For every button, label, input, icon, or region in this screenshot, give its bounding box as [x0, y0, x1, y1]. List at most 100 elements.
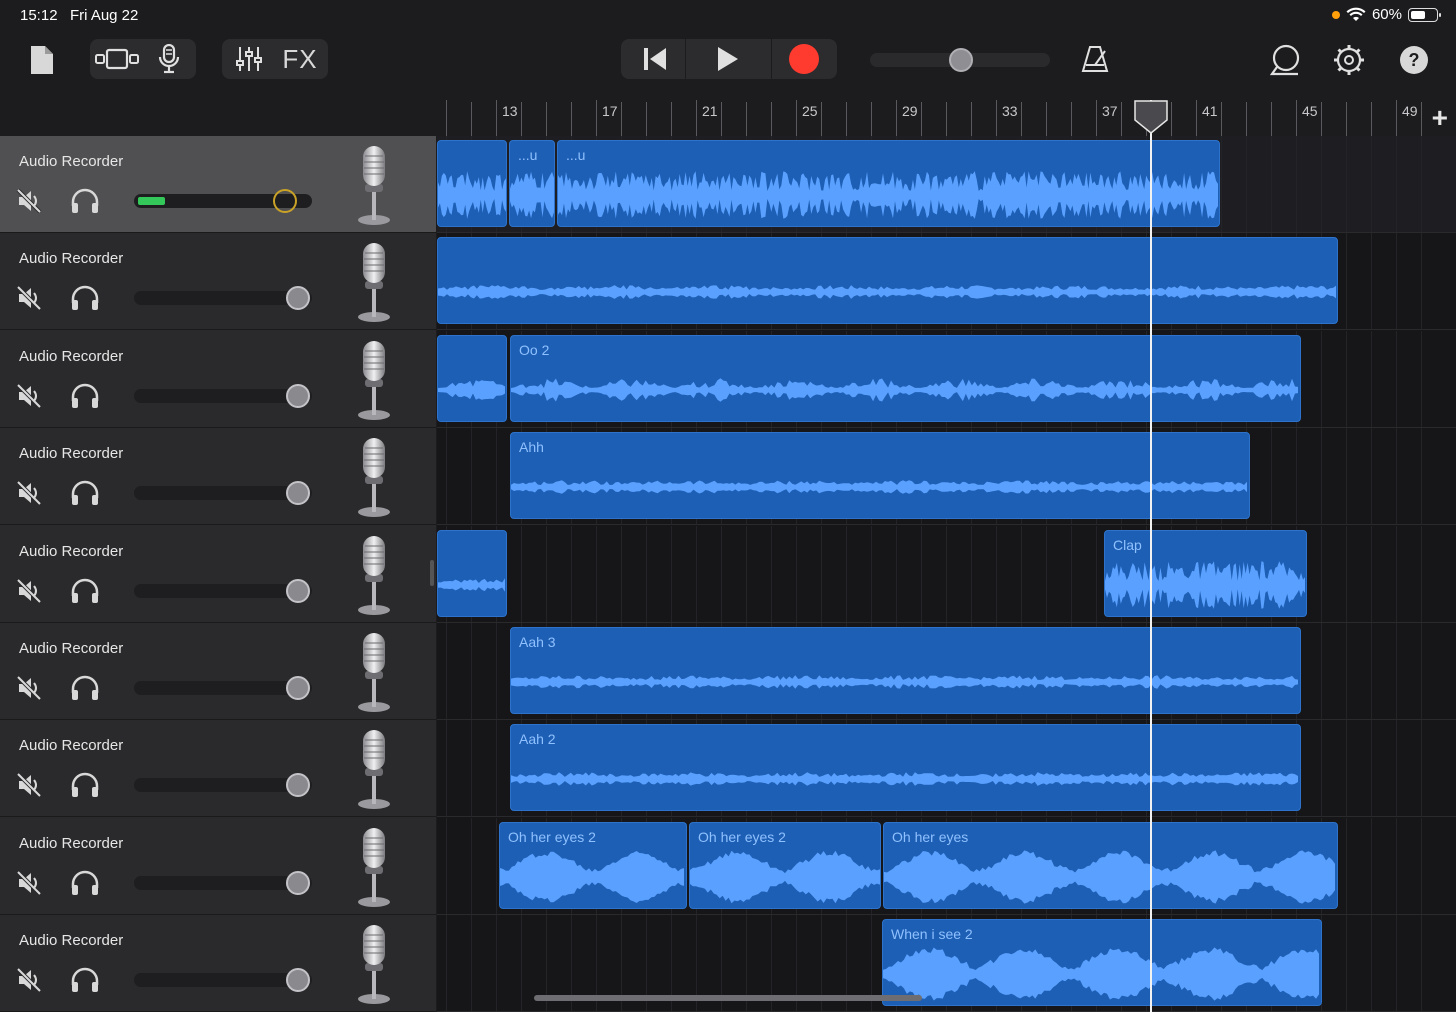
mute-icon[interactable] [16, 772, 42, 798]
track-volume-knob[interactable] [285, 481, 310, 506]
document-icon[interactable] [26, 42, 58, 78]
microphone-icon[interactable] [144, 41, 194, 77]
microphone-instrument-icon[interactable] [352, 241, 396, 323]
headphones-icon[interactable] [70, 578, 100, 604]
audio-region[interactable]: ...u [509, 140, 555, 227]
master-volume-slider[interactable] [870, 48, 1050, 72]
track-volume-knob[interactable] [285, 676, 310, 700]
track-volume-knob[interactable] [273, 189, 298, 213]
loop-icon[interactable] [1266, 42, 1304, 78]
audio-region[interactable]: Aah 2 [510, 724, 1301, 812]
track-volume-slider[interactable] [134, 189, 312, 213]
timeline-ruler[interactable]: + 13 17 21 25 29 33 37 41 45 49 [437, 100, 1456, 136]
track-volume-knob[interactable] [285, 578, 310, 603]
microphone-instrument-icon[interactable] [352, 728, 396, 810]
resize-handle[interactable] [430, 560, 434, 586]
track-volume-knob[interactable] [285, 773, 310, 798]
mute-icon[interactable] [16, 480, 42, 506]
mute-icon[interactable] [16, 675, 42, 701]
add-section-icon[interactable]: + [1432, 102, 1448, 134]
record-icon[interactable] [773, 41, 835, 77]
track-volume-knob[interactable] [285, 870, 310, 895]
track-volume-knob[interactable] [285, 286, 310, 311]
audio-region[interactable] [437, 140, 507, 227]
mute-icon[interactable] [16, 188, 42, 214]
track-volume-slider[interactable] [134, 578, 312, 603]
track-volume-slider[interactable] [134, 676, 312, 700]
mute-icon[interactable] [16, 578, 42, 604]
audio-region[interactable]: Ahh [510, 432, 1250, 520]
headphones-icon[interactable] [70, 772, 100, 798]
rewind-icon[interactable] [625, 41, 685, 77]
track-volume-slider[interactable] [134, 383, 312, 408]
track-header[interactable]: Audio Recorder [0, 817, 436, 915]
track-volume-knob[interactable] [285, 968, 310, 993]
audio-region[interactable] [437, 237, 1338, 325]
track-header[interactable]: Audio Recorder [0, 915, 436, 1012]
play-icon[interactable] [697, 41, 757, 77]
headphones-icon[interactable] [70, 480, 100, 506]
track-volume-slider[interactable] [134, 773, 312, 798]
track-header[interactable]: Audio Recorder [0, 720, 436, 818]
microphone-instrument-icon[interactable] [352, 631, 396, 713]
track-lane[interactable]: Clap [437, 525, 1456, 623]
playhead[interactable] [1150, 100, 1152, 1012]
track-header[interactable]: Audio Recorder [0, 623, 436, 720]
mute-icon[interactable] [16, 967, 42, 993]
playhead-handle-icon[interactable] [1133, 100, 1169, 134]
track-header[interactable]: Audio Recorder [0, 330, 436, 428]
microphone-instrument-icon[interactable] [352, 144, 396, 226]
headphones-icon[interactable] [70, 285, 100, 311]
track-lane[interactable] [437, 233, 1456, 331]
track-lane[interactable]: Oo 2 [437, 330, 1456, 428]
microphone-instrument-icon[interactable] [352, 923, 396, 1005]
track-lane[interactable]: Aah 3 [437, 623, 1456, 720]
track-header[interactable]: Audio Recorder [0, 428, 436, 526]
mute-icon[interactable] [16, 383, 42, 409]
mixer-icon[interactable] [226, 41, 272, 77]
audio-region[interactable]: Oh her eyes 2 [689, 821, 881, 909]
grid-line [1346, 136, 1347, 232]
fx-button[interactable]: FX [276, 41, 324, 77]
help-icon[interactable]: ? [1396, 42, 1432, 78]
audio-region[interactable]: Oo 2 [510, 334, 1301, 422]
track-lane[interactable]: Oh her eyes 2 Oh her eyes 2 Oh her eyes [437, 817, 1456, 915]
view-toggle-icon[interactable] [92, 41, 142, 77]
track-volume-slider[interactable] [134, 968, 312, 993]
audio-region[interactable]: Oh her eyes 2 [499, 821, 687, 909]
headphones-icon[interactable] [70, 383, 100, 409]
headphones-icon[interactable] [70, 188, 100, 214]
settings-icon[interactable] [1331, 42, 1367, 78]
region-label: Oo 2 [519, 341, 550, 358]
master-volume-knob[interactable] [949, 48, 973, 72]
track-volume-knob[interactable] [285, 383, 310, 408]
audio-region[interactable]: When i see 2 [882, 919, 1322, 1007]
track-header[interactable]: Audio Recorder [0, 525, 436, 623]
headphones-icon[interactable] [70, 675, 100, 701]
tracks-area[interactable]: ...u ...u Oo 2 Ahh Clap Aah 3 Aah 2 Oh her eyes… [437, 136, 1456, 1012]
track-header[interactable]: Audio Recorder [0, 136, 436, 233]
mute-icon[interactable] [16, 870, 42, 896]
metronome-icon[interactable] [1078, 42, 1112, 76]
horizontal-scrollbar[interactable] [534, 995, 922, 1001]
track-volume-slider[interactable] [134, 286, 312, 311]
audio-region[interactable]: ...u [557, 140, 1220, 227]
audio-region[interactable]: Clap [1104, 529, 1307, 617]
microphone-instrument-icon[interactable] [352, 436, 396, 518]
track-lane[interactable]: ...u ...u [437, 136, 1456, 233]
audio-region[interactable] [437, 334, 507, 422]
microphone-instrument-icon[interactable] [352, 339, 396, 421]
audio-region[interactable]: Aah 3 [510, 627, 1301, 714]
audio-region[interactable] [437, 529, 507, 617]
audio-region[interactable]: Oh her eyes [883, 821, 1338, 909]
track-lane[interactable]: Ahh [437, 428, 1456, 526]
track-lane[interactable]: Aah 2 [437, 720, 1456, 818]
track-volume-slider[interactable] [134, 870, 312, 895]
headphones-icon[interactable] [70, 870, 100, 896]
track-header[interactable]: Audio Recorder [0, 233, 436, 331]
headphones-icon[interactable] [70, 967, 100, 993]
microphone-instrument-icon[interactable] [352, 534, 396, 616]
microphone-instrument-icon[interactable] [352, 826, 396, 908]
track-volume-slider[interactable] [134, 481, 312, 506]
mute-icon[interactable] [16, 285, 42, 311]
